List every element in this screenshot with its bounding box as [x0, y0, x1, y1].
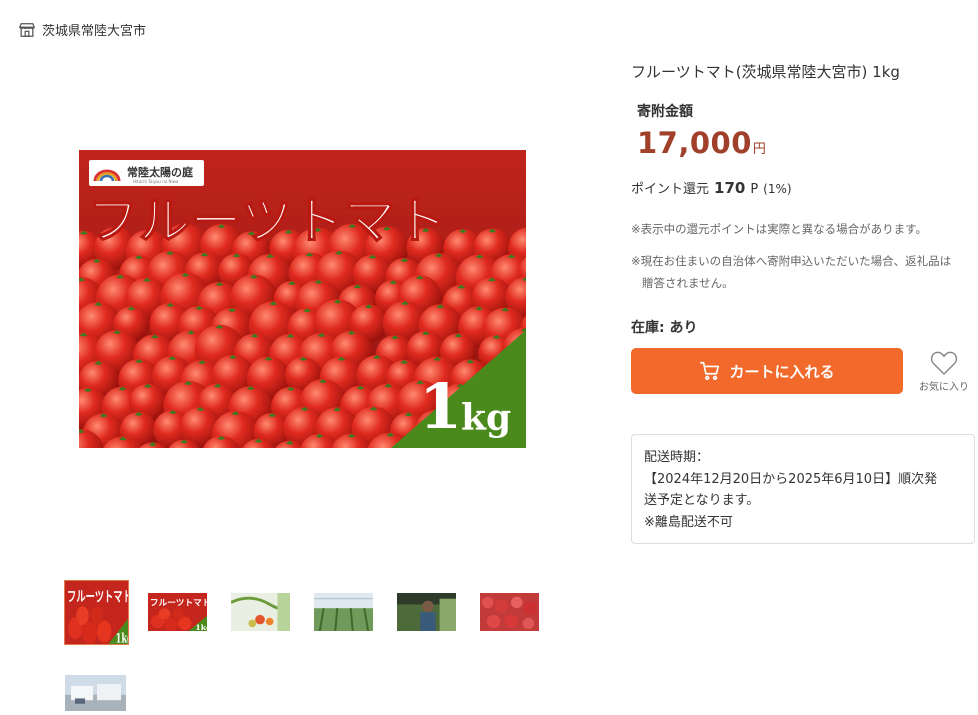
badge-number: 1 — [419, 370, 462, 443]
residence-disclaimer-line1: ※現在お住まいの自治体へ寄附申込いただいた場合、返礼品は — [631, 254, 952, 268]
main-product-image[interactable]: 常陸太陽の庭 Hitachi Taiyou no Niwa フルーツトマト 1 … — [79, 150, 526, 448]
svg-text:フルーツトマト: フルーツトマト — [150, 597, 207, 608]
price-currency: 円 — [752, 142, 766, 157]
price-amount: 17,000 — [637, 126, 752, 160]
brand-subname: Hitachi Taiyou no Niwa — [133, 179, 179, 184]
image-headline: フルーツトマト — [87, 191, 447, 250]
price-label: 寄附金額 — [637, 104, 693, 120]
thumbnail[interactable] — [64, 674, 127, 712]
brand-name: 常陸太陽の庭 — [127, 165, 193, 179]
badge-unit: kg — [461, 397, 511, 439]
shipping-heading: 配送時期： — [644, 450, 710, 465]
svg-text:1kg: 1kg — [195, 623, 207, 631]
price: 17,000 円 — [637, 126, 766, 160]
add-to-cart-button[interactable]: カートに入れる — [631, 348, 903, 394]
add-to-cart-label: カートに入れる — [729, 362, 835, 381]
svg-text:フルーツトマト: フルーツトマト — [67, 588, 128, 605]
thumbnail[interactable] — [396, 592, 457, 632]
shipping-period: 【2024年12月20日から2025年6月10日】順次発 — [644, 471, 938, 487]
thumbnail[interactable]: フルーツトマト 1kg — [147, 592, 208, 632]
municipality-link[interactable]: 茨城県常陸大宮市 — [18, 20, 146, 39]
points-unit: P — [750, 182, 759, 197]
residence-disclaimer-line2: 贈答されません。 — [642, 276, 734, 290]
svg-text:1kg: 1kg — [116, 631, 128, 644]
points-label: ポイント還元 — [631, 182, 710, 197]
favorite-button[interactable]: お気に入り — [914, 350, 974, 393]
thumb-tomato-main: フルーツトマト 1kg — [65, 581, 128, 644]
heart-icon — [930, 351, 958, 376]
stock-status: 在庫: あり — [631, 320, 698, 336]
thumbnail[interactable] — [313, 592, 374, 632]
product-title: フルーツトマト(茨城県常陸大宮市) 1kg — [631, 63, 900, 81]
storefront-icon — [18, 22, 36, 37]
thumbnail[interactable] — [479, 592, 540, 632]
points-return: ポイント還元 170 P (1%) — [631, 178, 792, 197]
cart-icon — [700, 361, 720, 381]
municipality-name: 茨城県常陸大宮市 — [42, 24, 147, 39]
points-disclaimer: ※表示中の還元ポイントは実際と異なる場合があります。 — [631, 222, 927, 236]
shipping-restriction: ※離島配送不可 — [644, 514, 733, 530]
points-value: 170 — [714, 179, 746, 197]
favorite-label: お気に入り — [919, 382, 969, 393]
shipping-info-box: 配送時期： 【2024年12月20日から2025年6月10日】順次発 送予定とな… — [631, 434, 975, 544]
points-rate: (1%) — [763, 182, 792, 196]
residence-disclaimer: ※現在お住まいの自治体へ寄附申込いただいた場合、返礼品は 贈答されません。 — [631, 250, 976, 294]
thumbnail[interactable]: フルーツトマト 1kg — [64, 580, 129, 645]
shipping-schedule: 送予定となります。 — [644, 493, 760, 508]
thumbnail[interactable] — [230, 592, 291, 632]
